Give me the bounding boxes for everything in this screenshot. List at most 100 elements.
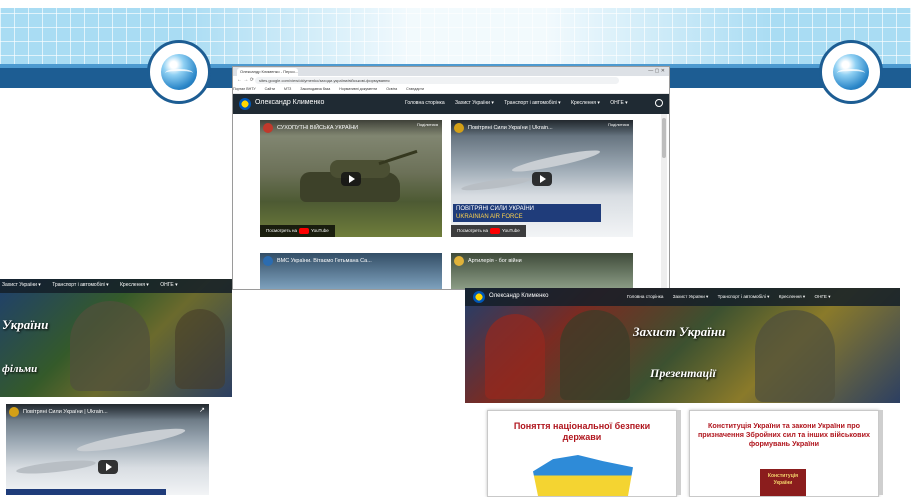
poster-nav-menu: Головна сторінка Захист України ▾ Трансп… [627,294,839,300]
soldier-figure [560,310,630,400]
channel-avatar[interactable] [454,256,464,266]
nav-item[interactable]: Головна сторінка [627,294,663,299]
channel-avatar[interactable] [263,123,273,133]
nav-arrows-icon[interactable]: ← → ⟳ [237,77,254,83]
video-header: ВМС України. Вітаємо Гетьмана Са... [260,253,442,269]
constitution-book: Конституція України [760,469,806,496]
site-logo-icon[interactable] [473,291,485,303]
video-navy[interactable]: ВМС України. Вітаємо Гетьмана Са... [260,253,442,289]
nav-item-onge[interactable]: ОНГЕ ▾ [610,100,627,106]
bookmark-item[interactable]: Нормативні документи [339,87,377,91]
poster-title: Захист України [633,324,726,339]
doc-national-security[interactable]: Поняття національної безпеки держави [487,410,677,497]
jet-shape [460,175,532,193]
nav-item-defense[interactable]: Захист України ▾ [455,100,494,106]
bookmark-item[interactable]: Законодавча база [300,87,330,91]
presentations-poster[interactable]: Олександр Клименко Головна сторінка Захи… [465,288,900,403]
video-ground-forces[interactable]: СУХОПУТНІ ВІЙСЬКА УКРАЇНИ Поділитися Пос… [260,120,442,237]
watch-on-youtube[interactable]: Посмотреть на YouTube [451,225,526,237]
nav-item[interactable]: Транспорт і автомобілі ▾ [52,282,108,288]
nav-item[interactable]: Транспорт і автомобілі ▾ [718,294,770,299]
poster-navbar: Олександр Клименко Головна сторінка Захи… [465,288,900,306]
youtube-label: YouTube [502,228,520,233]
video-title[interactable]: Артилерія - бог війни [468,258,522,264]
nav-item[interactable]: Креслення ▾ [779,294,805,299]
bookmark-item[interactable]: Портал ВНТУ [233,87,256,91]
jet-shape [75,424,187,456]
page-body: СУХОПУТНІ ВІЙСЬКА УКРАЇНИ Поділитися Пос… [233,114,669,289]
nav-item[interactable]: Захист України ▾ [673,294,709,299]
youtube-logo-icon [299,227,310,234]
jet-shape [15,457,97,477]
scrollbar[interactable] [677,410,681,495]
channel-avatar[interactable] [9,407,19,417]
doc-title: Поняття національної безпеки держави [513,421,651,443]
nav-item[interactable]: Захист України ▾ [2,282,41,288]
video-header: Артилерія - бог війни [451,253,633,269]
video-title[interactable]: Повітряні Сили України | Ukrain... [23,409,108,415]
play-icon[interactable] [341,172,361,186]
video-share-button[interactable]: Поділитися [417,122,438,127]
site-nav-menu: Головна сторінка Захист України ▾ Трансп… [405,100,637,106]
video-title[interactable]: СУХОПУТНІ ВІЙСЬКА УКРАЇНИ [277,125,358,131]
video-title[interactable]: Повітряні Сили України | Ukrain... [468,125,553,131]
poster-subtitle: Презентації [650,366,716,380]
video-share-button[interactable]: Поділитися [608,122,629,127]
bookmark-item[interactable]: Освіта [386,87,397,91]
nav-item-home[interactable]: Головна сторінка [405,100,445,106]
search-icon[interactable] [655,99,663,107]
scrollbar-thumb[interactable] [662,118,666,158]
share-icon[interactable]: ↗ [199,406,205,414]
banner-grid-pattern [0,8,911,70]
site-navbar: Олександр Клименко Головна сторінка Захи… [233,94,669,114]
air-force-banner: ПОВІТРЯНІ СИЛИ УКРАЇНИ UKRAINIAN AIR FOR… [453,204,601,222]
bookmark-item[interactable]: Стандарти [406,87,424,91]
video-air-force-small[interactable]: Повітряні Сили України | Ukrain... ↗ [6,404,209,495]
scrollbar[interactable] [879,410,883,495]
channel-avatar[interactable] [263,256,273,266]
poster-navbar: Захист України ▾ Транспорт і автомобілі … [0,279,232,293]
scrollbar[interactable] [661,114,667,289]
bookmark-item[interactable]: МТЗ [284,87,291,91]
video-air-force[interactable]: Повітряні Сили України | Ukrain... Поділ… [451,120,633,237]
poster-title: України [2,317,49,332]
play-icon[interactable] [532,172,552,186]
jet-shape [510,146,602,176]
play-icon[interactable] [98,460,118,474]
ukraine-map-icon [533,455,633,496]
air-force-banner [6,489,166,495]
channel-avatar[interactable] [454,123,464,133]
video-artillery[interactable]: Артилерія - бог війни [451,253,633,289]
browser-tab[interactable]: Олександр Клименко - Персо... [237,68,298,76]
tank-barrel [378,149,418,166]
watch-label: Посмотреть на [457,228,489,233]
watch-on-youtube[interactable]: Посмотреть на YouTube [260,225,335,237]
youtube-label: YouTube [311,228,329,233]
site-logo-icon[interactable] [239,98,251,110]
globe-sphere [833,54,869,90]
soldier-figure [755,310,835,402]
banner-ua: ПОВІТРЯНІ СИЛИ УКРАЇНИ [456,206,534,212]
films-poster[interactable]: Захист України ▾ Транспорт і автомобілі … [0,279,232,397]
nav-item-drawing[interactable]: Креслення ▾ [571,100,600,106]
globe-icon [819,40,883,104]
poster-site-title[interactable]: Олександр Клименко [489,293,548,299]
window-controls-icon[interactable]: — ▢ ✕ [648,68,665,74]
nav-item[interactable]: Креслення ▾ [120,282,149,288]
site-title[interactable]: Олександр Клименко [255,99,324,106]
doc-title: Конституція України та закони України пр… [697,421,871,448]
video-title[interactable]: ВМС України. Вітаємо Гетьмана Са... [277,258,372,264]
nav-item-transport[interactable]: Транспорт і автомобілі ▾ [504,100,560,106]
watch-label: Посмотреть на [266,228,298,233]
soldier-figure [70,301,150,391]
bookmarks-bar: Портал ВНТУ Сайти МТЗ Законодавча база Н… [233,85,669,94]
soldier-figure [175,309,225,389]
nav-item[interactable]: ОНГЕ ▾ [815,294,831,299]
nav-item[interactable]: ОНГЕ ▾ [160,282,177,288]
bookmark-item[interactable]: Сайти [265,87,275,91]
cossack-figure [485,314,545,399]
video-header: СУХОПУТНІ ВІЙСЬКА УКРАЇНИ Поділитися [260,120,442,136]
url-field[interactable]: sites.google.com/view/oklymenko/заходи-у… [255,77,619,84]
poster-nav-menu: Захист України ▾ Транспорт і автомобілі … [2,282,188,288]
doc-constitution[interactable]: Конституція України та закони України пр… [689,410,879,497]
